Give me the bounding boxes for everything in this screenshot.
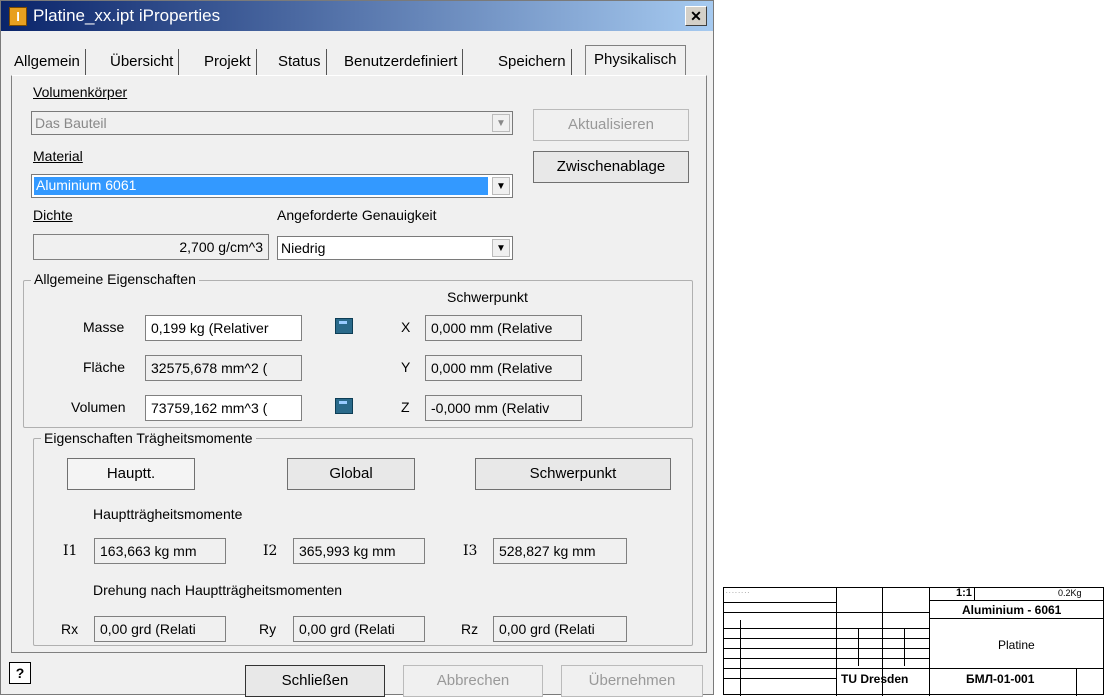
i1-field: 163,663 kg mm: [94, 538, 226, 564]
mass-field[interactable]: 0,199 kg (Relativer: [145, 315, 302, 341]
tab-projekt[interactable]: Projekt: [199, 49, 257, 75]
chevron-down-icon: ▼: [492, 114, 510, 132]
cog-inertia-button[interactable]: Schwerpunkt: [475, 458, 671, 490]
tb-material: Aluminium - 6061: [962, 603, 1062, 617]
i1-label: I1: [63, 543, 78, 559]
solid-select[interactable]: Das Bauteil ▼: [31, 111, 513, 135]
principal-button[interactable]: Hauptt.: [67, 458, 195, 490]
close-button[interactable]: Schließen: [245, 665, 385, 697]
calculator-icon[interactable]: [335, 318, 353, 334]
iproperties-dialog: I Platine_xx.ipt iProperties ✕ Allgemein…: [0, 0, 714, 697]
global-button[interactable]: Global: [287, 458, 415, 490]
rz-field: 0,00 grd (Relati: [493, 616, 627, 642]
ry-field: 0,00 grd (Relati: [293, 616, 425, 642]
drawing-title-block: · · · · · · · · 1:1 0.2Kg Aluminium - 60…: [723, 587, 1104, 696]
apply-button[interactable]: Übernehmen: [561, 665, 703, 697]
i3-field: 528,827 kg mm: [493, 538, 627, 564]
cog-x-label: X: [401, 319, 411, 335]
cog-y-label: Y: [401, 359, 411, 375]
update-button[interactable]: Aktualisieren: [533, 109, 689, 141]
moments-title: Hauptträgheitsmomente: [93, 506, 243, 522]
tab-speichern[interactable]: Speichern: [493, 49, 572, 75]
solid-label: Volumenkörper: [33, 84, 128, 100]
accuracy-label: Angeforderte Genauigkeit: [277, 207, 437, 223]
i2-field: 365,993 kg mm: [293, 538, 425, 564]
volume-field[interactable]: 73759,162 mm^3 (: [145, 395, 302, 421]
help-icon[interactable]: ?: [9, 662, 31, 684]
accuracy-value: Niedrig: [281, 240, 326, 256]
window-title: Platine_xx.ipt iProperties: [33, 6, 221, 25]
material-value: Aluminium 6061: [34, 177, 488, 195]
tb-weight: 0.2Kg: [1058, 588, 1082, 598]
tb-small-text: · · · · · · · ·: [726, 590, 750, 596]
rx-label: Rx: [61, 621, 79, 637]
clipboard-button[interactable]: Zwischenablage: [533, 151, 689, 183]
solid-value: Das Bauteil: [35, 115, 107, 131]
tab-benutzerdefiniert[interactable]: Benutzerdefiniert: [339, 49, 464, 75]
tb-organization: TU Dresden: [841, 672, 909, 686]
title-bar: I Platine_xx.ipt iProperties ✕: [1, 1, 713, 31]
cog-y-field: 0,000 mm (Relative: [425, 355, 582, 381]
ry-label: Ry: [259, 621, 277, 637]
rotation-title: Drehung nach Hauptträgheitsmomenten: [93, 582, 343, 598]
calculator-icon[interactable]: [335, 398, 353, 414]
tab-physikalisch[interactable]: Physikalisch: [585, 45, 686, 76]
accuracy-select[interactable]: Niedrig ▼: [277, 236, 513, 260]
general-properties-title: Allgemeine Eigenschaften: [31, 271, 199, 287]
cog-z-label: Z: [401, 399, 410, 415]
close-icon[interactable]: ✕: [685, 6, 707, 26]
tab-allgemein[interactable]: Allgemein: [9, 49, 86, 75]
rx-field: 0,00 grd (Relati: [94, 616, 226, 642]
density-label: Dichte: [33, 207, 73, 223]
tb-scale: 1:1: [956, 587, 972, 599]
i2-label: I2: [263, 543, 278, 559]
area-label: Fläche: [83, 359, 126, 375]
rz-label: Rz: [461, 621, 479, 637]
chevron-down-icon: ▼: [492, 239, 510, 257]
chevron-down-icon: ▼: [492, 177, 510, 195]
mass-label: Masse: [83, 319, 125, 335]
inventor-app-icon: I: [9, 7, 27, 26]
area-field: 32575,678 mm^2 (: [145, 355, 302, 381]
tb-drawing-number: БМЛ-01-001: [966, 672, 1035, 686]
volume-label: Volumen: [71, 399, 126, 415]
tb-part-name: Platine: [998, 638, 1035, 652]
density-value: 2,700 g/cm^3: [33, 234, 269, 260]
cog-z-field: -0,000 mm (Relativ: [425, 395, 582, 421]
tab-status[interactable]: Status: [273, 49, 327, 75]
inertia-title: Eigenschaften Trägheitsmomente: [41, 430, 256, 446]
cancel-button[interactable]: Abbrechen: [403, 665, 543, 697]
material-label: Material: [33, 148, 83, 164]
i3-label: I3: [463, 543, 478, 559]
material-select[interactable]: Aluminium 6061 ▼: [31, 174, 513, 198]
tab-uebersicht[interactable]: Übersicht: [105, 49, 180, 75]
cog-title: Schwerpunkt: [447, 289, 528, 305]
cog-x-field: 0,000 mm (Relative: [425, 315, 582, 341]
